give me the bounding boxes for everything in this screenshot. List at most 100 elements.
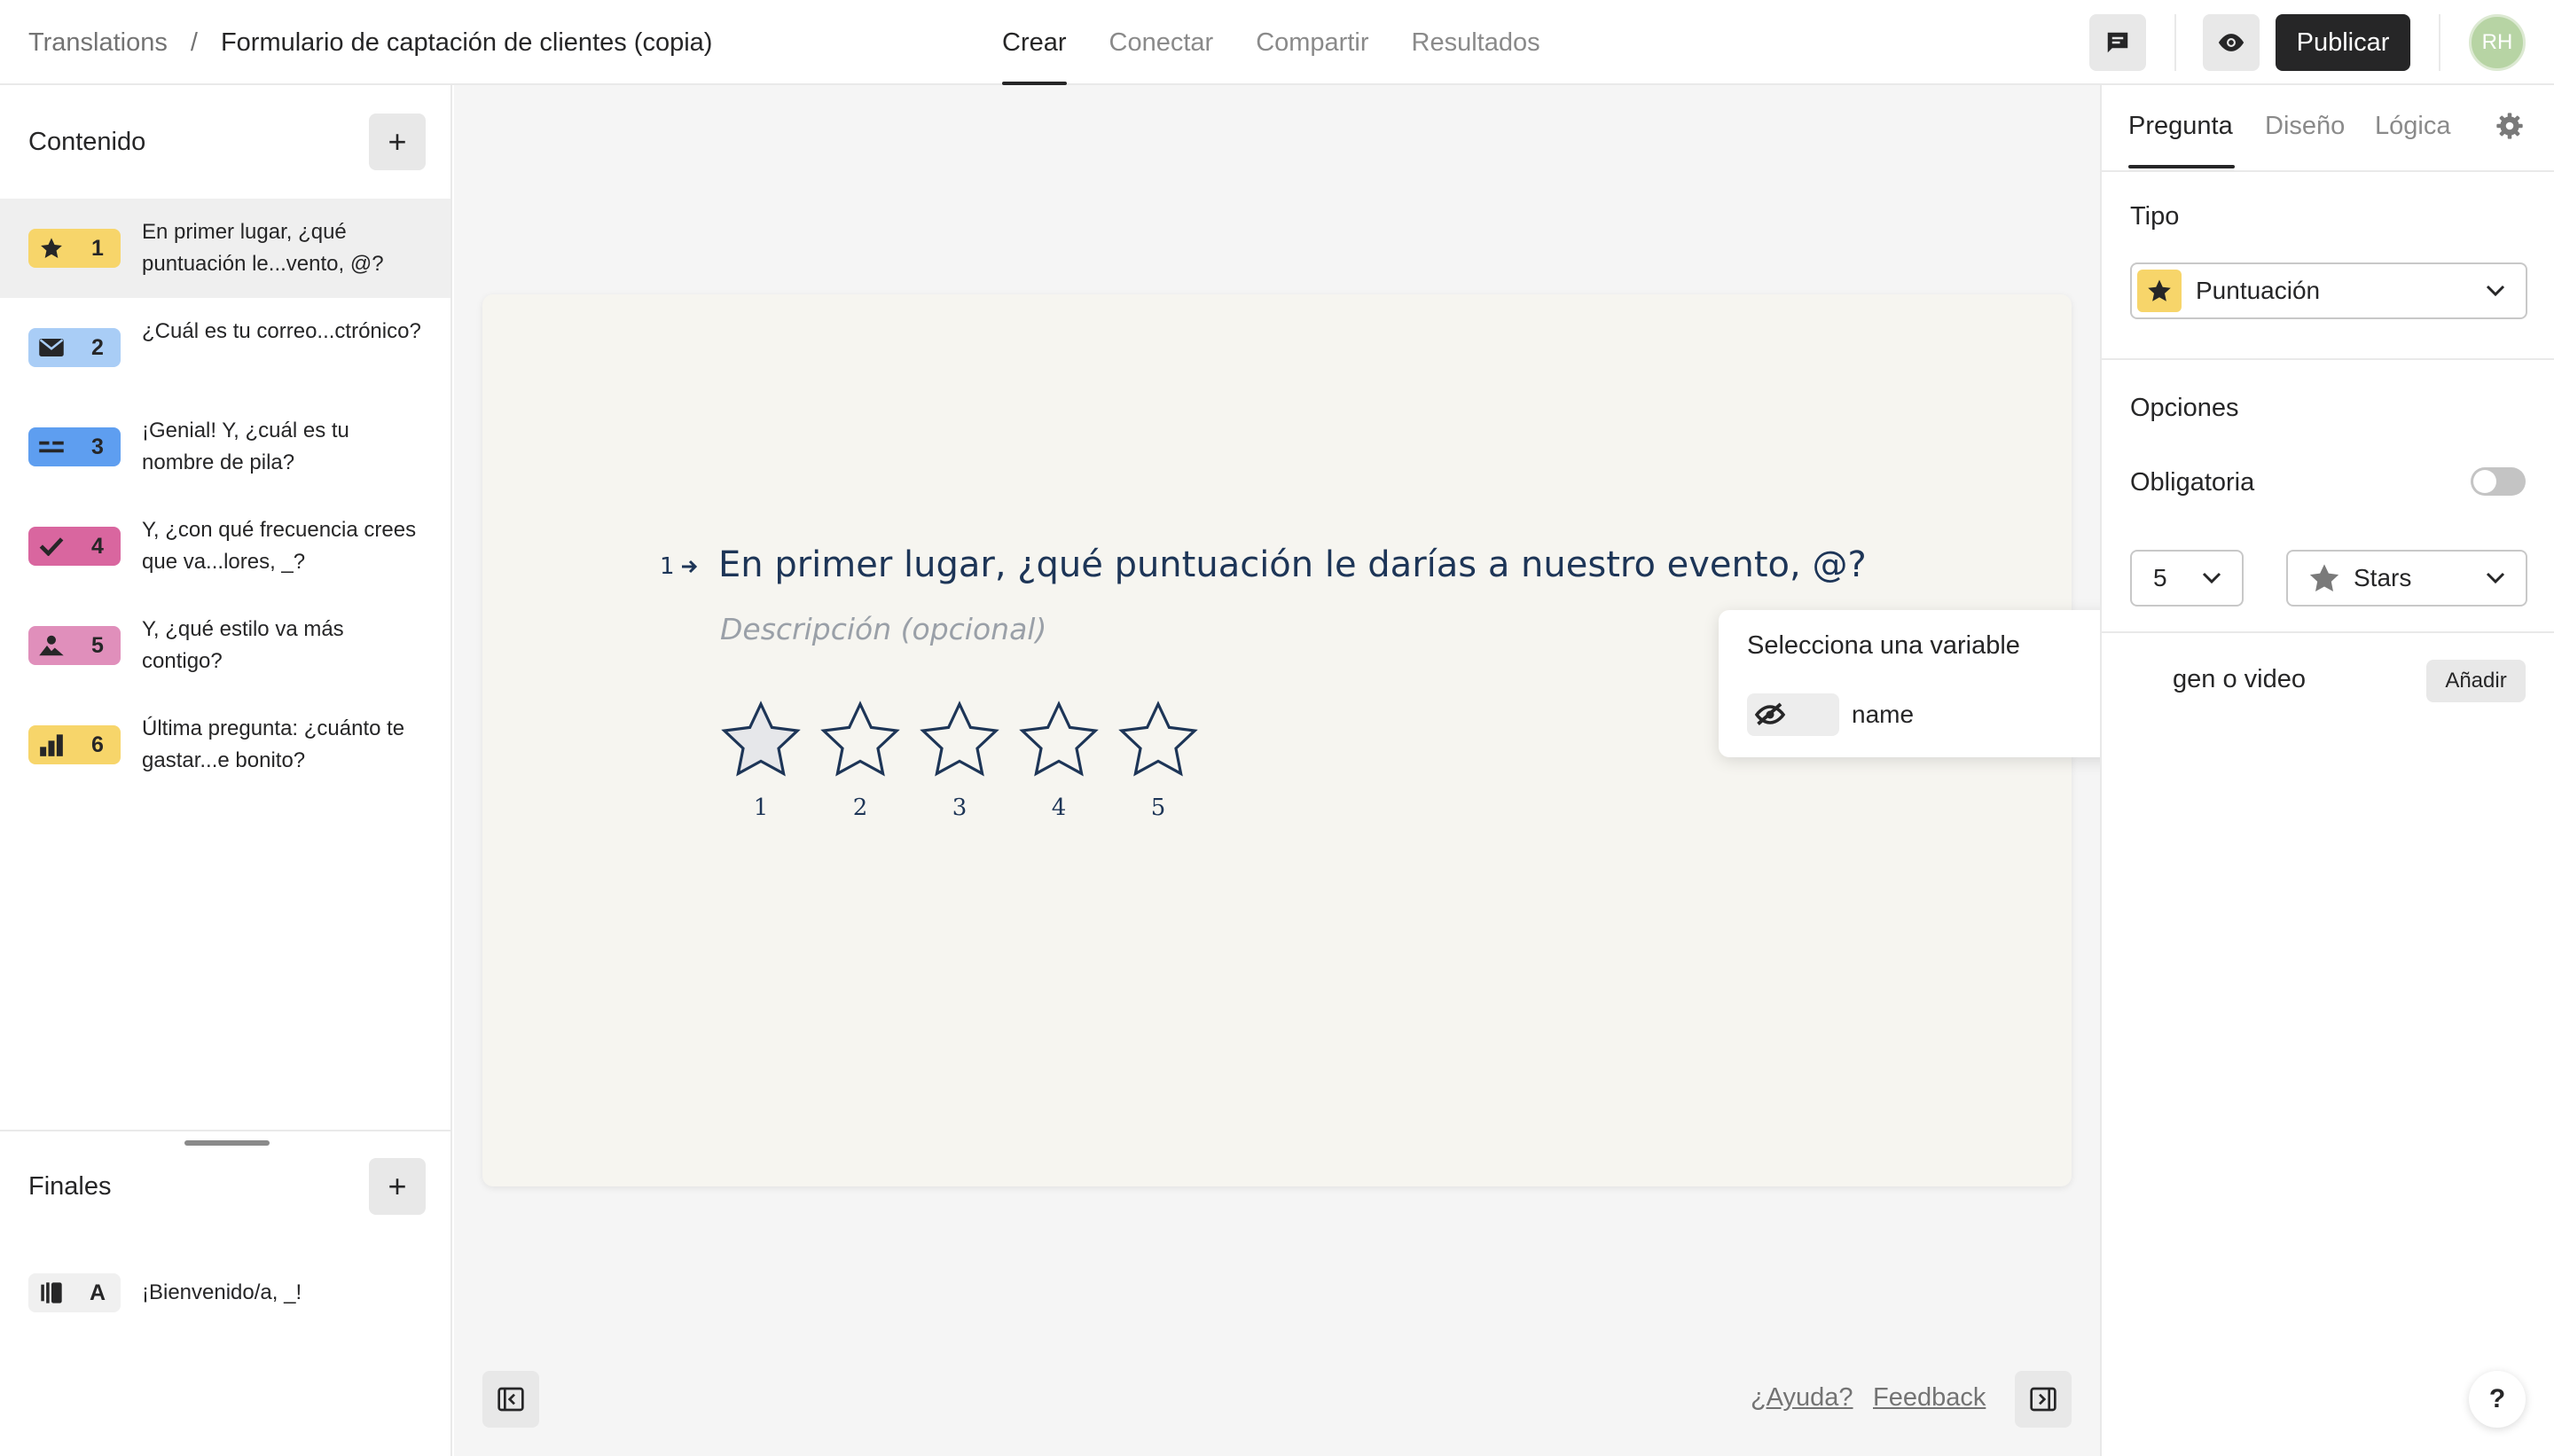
star-outline-icon (1019, 701, 1099, 777)
comment-icon (2107, 32, 2128, 53)
content-heading: Contenido (28, 127, 146, 156)
rating-label: 2 (852, 795, 868, 821)
chevron-down-icon (2486, 285, 2505, 297)
breadcrumb-workspace-link[interactable]: Translations (28, 28, 168, 58)
arrow-right-icon (681, 560, 697, 574)
tab-conectar[interactable]: Conectar (1109, 0, 1214, 85)
star-outline-icon (721, 701, 801, 777)
publish-button[interactable]: Publicar (2276, 14, 2410, 71)
star-outline-icon (920, 701, 999, 777)
rating-star[interactable]: 2 (818, 699, 903, 821)
resize-handle[interactable] (184, 1140, 270, 1146)
question-text: Y, ¿con qué frecuencia crees que va...lo… (142, 518, 417, 574)
user-avatar[interactable]: RH (2469, 14, 2526, 71)
panel-right-icon (2030, 1387, 2057, 1412)
panel-divider (2102, 170, 2554, 172)
question-number: 4 (91, 533, 104, 559)
rating-star[interactable]: 5 (1116, 699, 1201, 821)
top-bar: Translations / Formulario de captación d… (0, 0, 2554, 85)
panel-divider (2102, 631, 2554, 633)
toolbar-divider (2439, 14, 2440, 71)
type-label: Tipo (2130, 202, 2180, 231)
question-badge: 1 (28, 229, 121, 268)
gear-icon[interactable] (2495, 112, 2524, 145)
panel-divider (2102, 358, 2554, 360)
question-text: En primer lugar, ¿qué puntuación le...ve… (142, 220, 384, 276)
question-number: 3 (91, 434, 104, 459)
ending-item[interactable]: A ¡Bienvenido/a, _! (0, 1243, 450, 1342)
help-link[interactable]: ¿Ayuda? (1751, 1383, 1853, 1413)
question-item[interactable]: 5 Y, ¿qué estilo va más contigo? (0, 596, 450, 695)
hidden-eye-icon (1754, 702, 1786, 725)
ending-screen-icon (28, 1273, 74, 1312)
steps-value: 5 (2153, 564, 2167, 591)
rating-label: 5 (1150, 795, 1166, 821)
tab-pregunta[interactable]: Pregunta (2128, 112, 2233, 141)
bar-chart-icon (28, 725, 74, 764)
question-item[interactable]: 2 ¿Cuál es tu correo...ctrónico? (0, 298, 450, 397)
question-description-input[interactable]: Descripción (opcional) (720, 612, 1046, 646)
question-item[interactable]: 4 Y, ¿con qué frecuencia crees que va...… (0, 497, 450, 596)
variable-option-name[interactable]: name (1852, 701, 1914, 729)
question-type-value: Puntuación (2196, 277, 2321, 304)
question-badge: 3 (28, 427, 121, 466)
add-question-button[interactable]: + (369, 114, 426, 170)
question-type-select[interactable]: Puntuación (2130, 262, 2527, 319)
breadcrumb: Translations / Formulario de captación d… (28, 0, 712, 85)
tab-diseno[interactable]: Diseño (2265, 112, 2345, 141)
star-icon (2137, 270, 2182, 312)
question-badge: 2 (28, 328, 121, 367)
star-icon (28, 229, 74, 268)
main-tabs: Crear Conectar Compartir Resultados (1002, 0, 1583, 85)
tab-compartir[interactable]: Compartir (1256, 0, 1368, 85)
help-button[interactable]: ? (2469, 1371, 2526, 1428)
ending-text: ¡Bienvenido/a, _! (142, 1280, 302, 1304)
shape-select[interactable]: Stars (2286, 550, 2527, 607)
eye-icon (2218, 34, 2245, 51)
star-outline-icon (1118, 701, 1198, 777)
picture-choice-icon (28, 626, 74, 665)
steps-select[interactable]: 5 (2130, 550, 2244, 607)
rating-label: 4 (1051, 795, 1067, 821)
rating-star[interactable]: 1 (718, 699, 803, 821)
question-number: 1 (660, 553, 675, 580)
comments-button[interactable] (2089, 14, 2146, 71)
ending-letter: A (89, 1280, 106, 1305)
preview-button[interactable] (2203, 14, 2260, 71)
question-text: ¿Cuál es tu correo...ctrónico? (142, 319, 421, 343)
question-item[interactable]: 3 ¡Genial! Y, ¿cuál es tu nombre de pila… (0, 397, 450, 497)
active-tab-indicator (2128, 165, 2235, 168)
tab-crear[interactable]: Crear (1002, 0, 1067, 85)
ending-badge: A (28, 1273, 121, 1312)
question-number: 5 (91, 632, 104, 658)
shape-value: Stars (2354, 564, 2412, 591)
required-toggle[interactable] (2471, 467, 2526, 496)
rating-star[interactable]: 3 (917, 699, 1002, 821)
form-title[interactable]: Formulario de captación de clientes (cop… (221, 28, 713, 58)
short-text-icon (28, 427, 74, 466)
question-badge: 4 (28, 527, 121, 566)
add-ending-button[interactable]: + (369, 1158, 426, 1215)
collapse-right-panel-button[interactable] (2015, 1371, 2072, 1428)
content-sidebar: Contenido + 1 En primer lugar, ¿qué punt… (0, 85, 452, 1456)
question-title-input[interactable]: En primer lugar, ¿qué puntuación le darí… (718, 544, 1867, 585)
tab-resultados[interactable]: Resultados (1412, 0, 1540, 85)
feedback-link[interactable]: Feedback (1873, 1383, 1986, 1413)
options-label: Opciones (2130, 394, 2239, 422)
toolbar-divider (2174, 14, 2176, 71)
question-number: 1 (91, 235, 104, 261)
tab-logica[interactable]: Lógica (2375, 112, 2450, 141)
checkmark-icon (28, 527, 74, 566)
star-outline-icon (820, 701, 900, 777)
endings-heading: Finales (28, 1171, 112, 1201)
question-item[interactable]: 6 Última pregunta: ¿cuánto te gastar...e… (0, 695, 450, 795)
required-label: Obligatoria (2130, 468, 2255, 497)
rating-star[interactable]: 4 (1016, 699, 1101, 821)
collapse-left-panel-button[interactable] (482, 1371, 539, 1428)
add-media-button[interactable]: Añadir (2426, 660, 2526, 702)
question-item[interactable]: 1 En primer lugar, ¿qué puntuación le...… (0, 199, 450, 298)
rating-label: 3 (952, 795, 968, 821)
variable-type-chip[interactable] (1747, 693, 1839, 736)
rating-label: 1 (753, 795, 769, 821)
question-badge: 5 (28, 626, 121, 665)
